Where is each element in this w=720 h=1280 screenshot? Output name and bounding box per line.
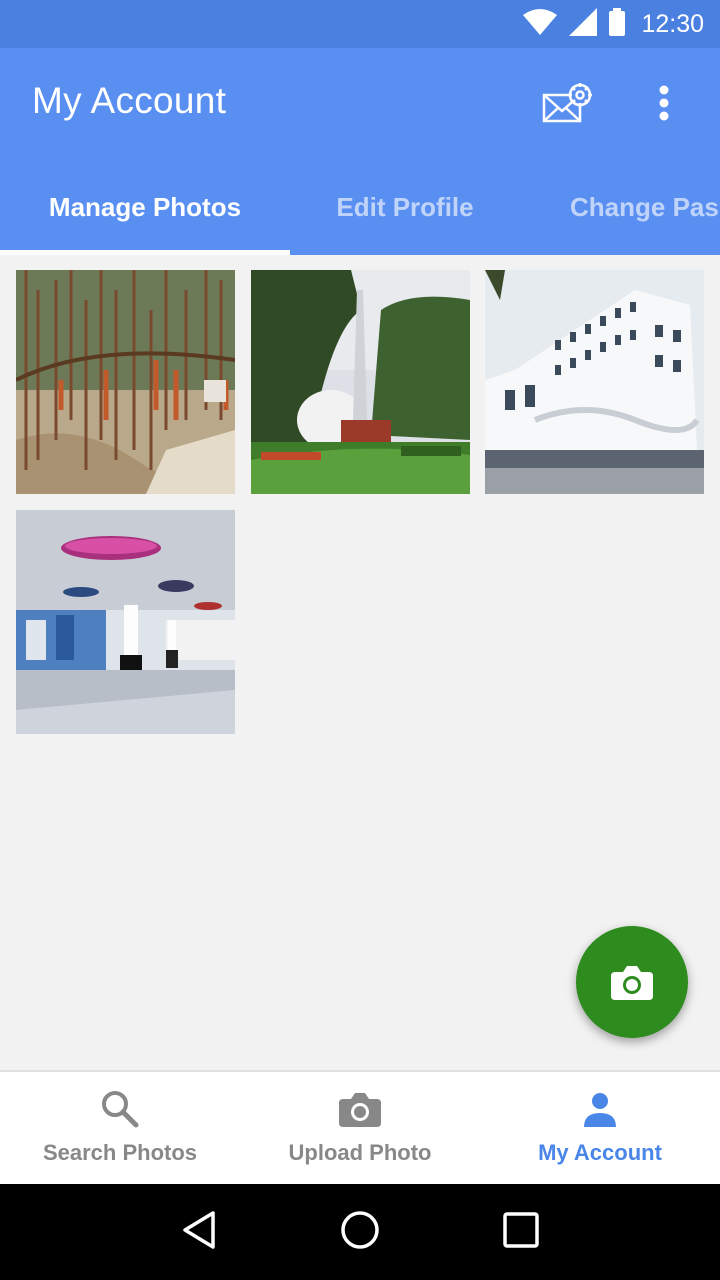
recents-icon[interactable] [502, 1211, 539, 1253]
camera-fab-button[interactable] [576, 926, 688, 1038]
nav-upload-photo[interactable]: Upload Photo [240, 1072, 480, 1184]
back-icon[interactable] [181, 1210, 217, 1255]
person-icon [584, 1093, 616, 1127]
signal-icon [569, 7, 598, 41]
camera-icon [339, 1093, 381, 1127]
mail-settings-icon [542, 83, 592, 123]
photo-thumbnail-hall-interior[interactable] [16, 510, 235, 734]
tab-bar: Manage Photos Edit Profile Change Pas [0, 160, 720, 255]
nav-my-account[interactable]: My Account [480, 1072, 720, 1184]
more-vert-icon [659, 85, 669, 121]
search-icon [102, 1091, 139, 1128]
camera-icon [611, 966, 653, 1000]
nav-label: Search Photos [42, 1140, 198, 1165]
tab-edit-profile[interactable]: Edit Profile [290, 160, 520, 255]
bottom-navigation: Search Photos Upload Photo My Account [0, 1070, 720, 1184]
battery-icon [609, 7, 626, 41]
nav-search-photos[interactable]: Search Photos [0, 1072, 240, 1184]
system-navigation-bar [0, 1184, 720, 1280]
mail-settings-button[interactable] [538, 80, 598, 128]
tab-change-password[interactable]: Change Pas [520, 160, 720, 255]
status-time: 12:30 [641, 9, 704, 38]
nav-label: Upload Photo [288, 1140, 432, 1165]
photo-thumbnail-banyan-trees[interactable] [16, 270, 235, 494]
nav-label: My Account [538, 1140, 662, 1165]
page-title: My Account [32, 80, 227, 121]
wifi-icon [523, 8, 558, 40]
home-icon[interactable] [340, 1210, 380, 1255]
photo-thumbnail-garden[interactable] [251, 270, 470, 494]
app-bar: My Account Manage Photos Edit Profile Ch… [0, 48, 720, 255]
tab-manage-photos[interactable]: Manage Photos [0, 160, 290, 255]
photo-thumbnail-building[interactable] [485, 270, 704, 494]
more-options-button[interactable] [644, 78, 684, 128]
status-bar: 12:30 [0, 0, 720, 48]
